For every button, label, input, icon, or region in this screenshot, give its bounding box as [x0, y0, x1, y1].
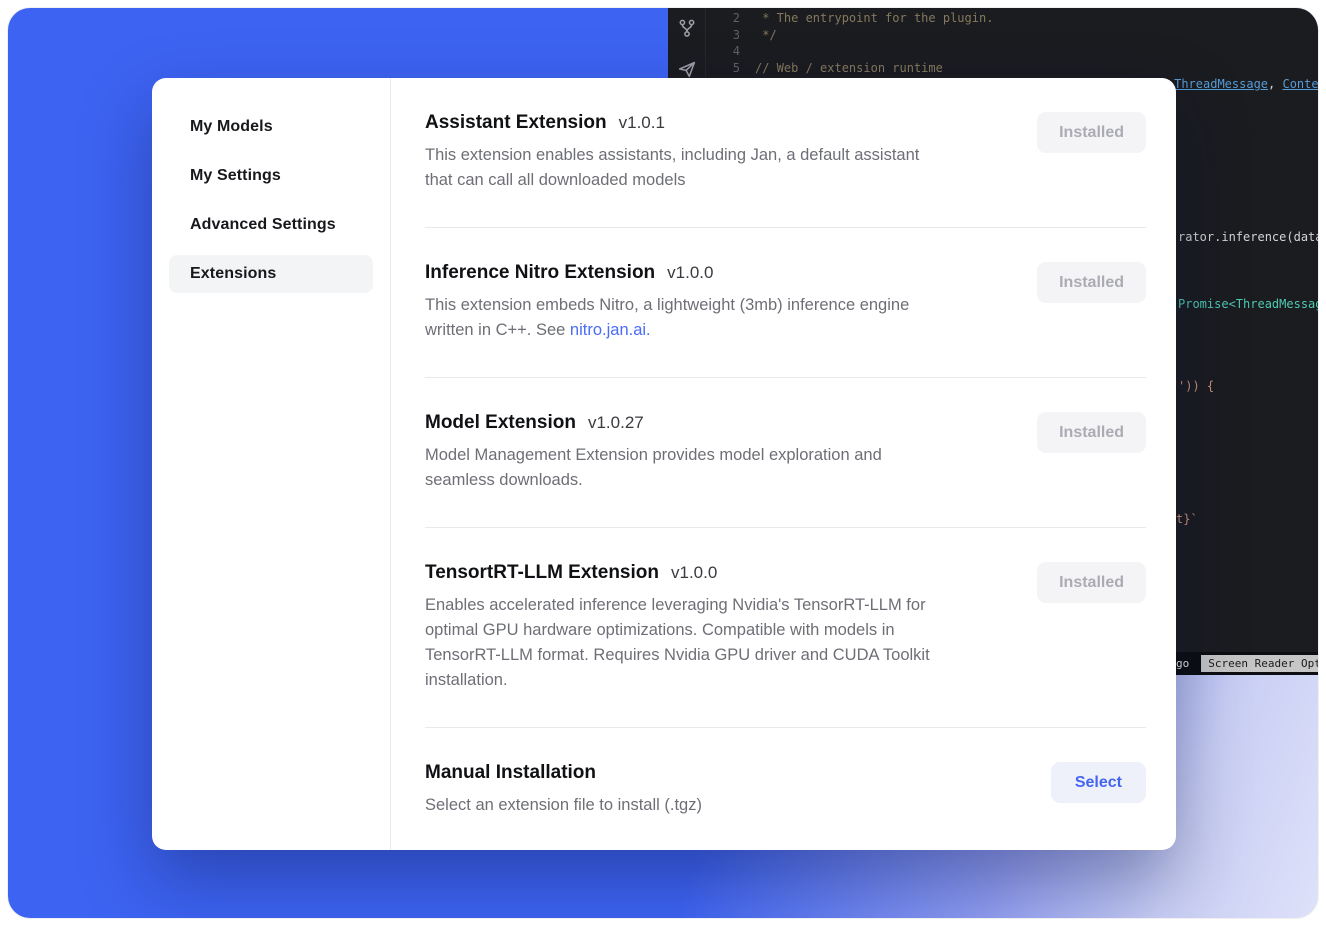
manual-installation-row: Manual Installation Select an extension …	[425, 728, 1146, 850]
installed-button-nitro[interactable]: Installed	[1037, 262, 1146, 303]
extensions-panel: Assistant Extension v1.0.1 This extensio…	[391, 78, 1176, 850]
punctuation: ,	[1268, 77, 1282, 91]
extension-info: TensortRT-LLM Extension v1.0.0 Enables a…	[425, 562, 930, 693]
code-line: 5 // Web / extension runtime	[706, 60, 1318, 77]
settings-modal: My Models My Settings Advanced Settings …	[152, 78, 1176, 850]
extension-info: Manual Installation Select an extension …	[425, 762, 702, 818]
extension-version: v1.0.27	[588, 413, 644, 433]
background-gradient: 2 * The entrypoint for the plugin. 3 */ …	[8, 8, 1318, 918]
extension-description: Enables accelerated inference leveraging…	[425, 593, 930, 693]
line-number: 2	[706, 10, 740, 27]
extension-info: Model Extension v1.0.27 Model Management…	[425, 412, 882, 493]
code-fragment: ')) {	[1178, 379, 1214, 393]
extension-version: v1.0.0	[667, 263, 713, 283]
import-token: ThreadMessage	[1174, 77, 1268, 91]
installed-button-model[interactable]: Installed	[1037, 412, 1146, 453]
extension-description: Model Management Extension provides mode…	[425, 443, 882, 493]
description-text: This extension embeds Nitro, a lightweig…	[425, 296, 909, 339]
extension-row-tensorrt: TensortRT-LLM Extension v1.0.0 Enables a…	[425, 528, 1146, 728]
installed-button-assistant[interactable]: Installed	[1037, 112, 1146, 153]
code-line: 3 */	[706, 27, 1318, 44]
select-file-button[interactable]: Select	[1051, 762, 1146, 803]
extension-head: Assistant Extension v1.0.1	[425, 112, 919, 134]
extension-head: Inference Nitro Extension v1.0.0	[425, 262, 909, 284]
extension-description: This extension enables assistants, inclu…	[425, 143, 919, 193]
sidebar-item-extensions[interactable]: Extensions	[169, 255, 373, 293]
extension-title: Inference Nitro Extension	[425, 262, 655, 284]
sidebar-item-my-models[interactable]: My Models	[169, 108, 373, 146]
code-line: 2 * The entrypoint for the plugin.	[706, 10, 1318, 27]
line-number: 4	[706, 43, 740, 60]
code-fragment: Promise<ThreadMessage>	[1178, 297, 1318, 311]
extension-title: Model Extension	[425, 412, 576, 434]
screenshot-canvas: 2 * The entrypoint for the plugin. 3 */ …	[0, 0, 1326, 926]
line-number: 3	[706, 27, 740, 44]
code-fragment: t}`	[1176, 512, 1198, 526]
extension-title: Assistant Extension	[425, 112, 607, 134]
extension-head: Model Extension v1.0.27	[425, 412, 882, 434]
code-fragment: rator.inference(data));	[1178, 230, 1318, 244]
extension-version: v1.0.0	[671, 563, 717, 583]
code-line: 4	[706, 43, 1318, 60]
extension-row-model: Model Extension v1.0.27 Model Management…	[425, 378, 1146, 528]
import-token: ContentType	[1282, 77, 1318, 91]
git-fork-icon[interactable]	[676, 17, 698, 39]
sidebar-item-my-settings[interactable]: My Settings	[169, 157, 373, 195]
settings-sidebar: My Models My Settings Advanced Settings …	[152, 78, 391, 850]
extension-head: Manual Installation	[425, 762, 702, 784]
manual-installation-description: Select an extension file to install (.tg…	[425, 793, 702, 818]
code-text: */	[755, 28, 777, 42]
manual-installation-title: Manual Installation	[425, 762, 596, 784]
extension-version: v1.0.1	[619, 113, 665, 133]
send-icon[interactable]	[676, 58, 698, 80]
extension-title: TensortRT-LLM Extension	[425, 562, 659, 584]
status-text: go	[1176, 657, 1189, 670]
extension-info: Assistant Extension v1.0.1 This extensio…	[425, 112, 919, 193]
extension-description: This extension embeds Nitro, a lightweig…	[425, 293, 909, 343]
extension-head: TensortRT-LLM Extension v1.0.0	[425, 562, 930, 584]
extension-row-assistant: Assistant Extension v1.0.1 This extensio…	[425, 108, 1146, 228]
extension-row-nitro: Inference Nitro Extension v1.0.0 This ex…	[425, 228, 1146, 378]
nitro-jan-ai-link[interactable]: nitro.jan.ai.	[570, 321, 651, 339]
sidebar-item-advanced-settings[interactable]: Advanced Settings	[169, 206, 373, 244]
line-number: 5	[706, 60, 740, 77]
installed-button-tensorrt[interactable]: Installed	[1037, 562, 1146, 603]
code-text: // Web / extension runtime	[755, 61, 943, 75]
extension-info: Inference Nitro Extension v1.0.0 This ex…	[425, 262, 909, 343]
code-text: * The entrypoint for the plugin.	[755, 11, 993, 25]
screen-reader-badge[interactable]: Screen Reader Optimize	[1201, 655, 1318, 672]
